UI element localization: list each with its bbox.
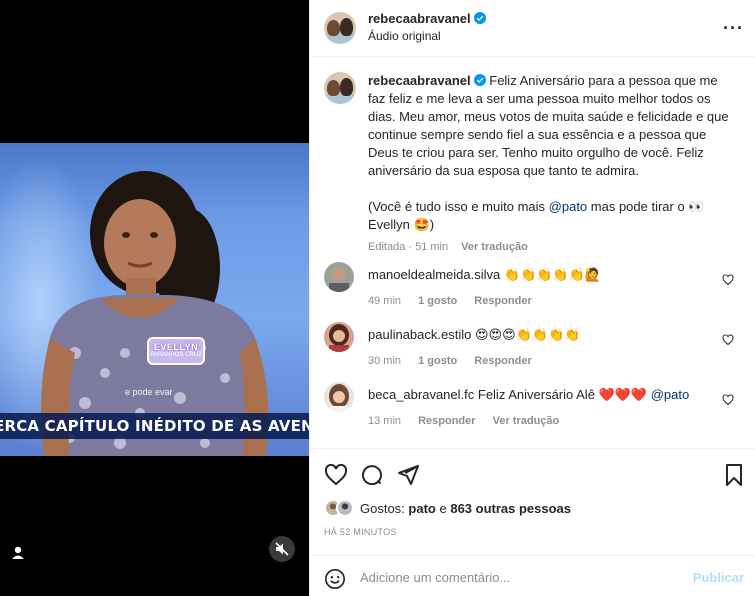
comment-username[interactable]: paulinaback.estilo (368, 327, 471, 342)
post-timestamp: HÁ 52 MINUTOS (324, 527, 397, 537)
comment-meta: 30 min 1 gosto Responder (368, 352, 708, 370)
caption-paragraph-2-pre: (Você é tudo isso e muito mais (368, 199, 549, 214)
commenter-avatar[interactable] (324, 262, 354, 292)
comment-time: 49 min (368, 295, 402, 307)
caption-translate-link[interactable]: Ver tradução (461, 241, 528, 253)
likes-others-link[interactable]: 863 outras pessoas (450, 501, 571, 516)
comment-translate-link[interactable]: Ver tradução (493, 415, 560, 427)
verified-badge-icon (473, 12, 486, 24)
comment-input[interactable] (360, 564, 680, 590)
caption-username[interactable]: rebecaabravanel (368, 73, 471, 88)
audio-label[interactable]: Áudio original (368, 29, 441, 43)
tv-caption-bar: ERCA CAPÍTULO INÉDITO DE AS AVENTURAS (0, 413, 309, 439)
commenter-avatar[interactable] (324, 322, 354, 352)
comment-text: 👏👏👏👏👏🙋 (503, 267, 601, 282)
video-player[interactable]: EVELLYN PARANHOS CRUZ e pode evar ERCA C… (0, 0, 309, 596)
comment-mention[interactable]: @pato (651, 387, 690, 402)
likes-text: Gostos: pato e 863 outras pessoas (360, 500, 572, 516)
video-subtitle: e pode evar (125, 387, 173, 397)
comment-username[interactable]: manoeldealmeida.silva (368, 267, 500, 282)
comments-section[interactable]: rebecaabravanel Feliz Aniversário para a… (310, 58, 755, 448)
reply-button[interactable]: Responder (418, 415, 475, 427)
more-options-icon[interactable]: ··· (723, 18, 744, 39)
save-bookmark-icon[interactable] (722, 463, 746, 487)
post-comment-button[interactable]: Publicar (693, 570, 744, 585)
comment-like-heart-icon[interactable] (722, 274, 734, 286)
tagged-user-icon[interactable] (9, 544, 27, 562)
share-send-icon[interactable] (396, 463, 420, 487)
comment-text: 😍😍😍👏👏👏👏 (474, 327, 581, 342)
comment-username[interactable]: beca_abravanel.fc (368, 387, 474, 402)
commenter-avatar[interactable] (324, 382, 354, 412)
comment-likes[interactable]: 1 gosto (418, 355, 457, 367)
author-name-row: rebecaabravanel (368, 11, 486, 26)
comment-meta: 13 min Responder Ver tradução (368, 412, 708, 430)
liker-avatar (336, 499, 354, 517)
like-heart-icon[interactable] (324, 463, 348, 487)
comment-time: 13 min (368, 415, 402, 427)
speaker-muted-icon (275, 542, 289, 556)
caption-author-avatar[interactable] (324, 72, 356, 104)
comment-likes[interactable]: 1 gosto (418, 295, 457, 307)
comment-like-heart-icon[interactable] (722, 394, 734, 406)
tv-caption-text: ERCA CAPÍTULO INÉDITO DE AS AVENTURAS (0, 417, 309, 435)
name-tag: EVELLYN PARANHOS CRUZ (147, 337, 205, 365)
post-header: rebecaabravanel Áudio original ··· (310, 0, 755, 57)
verified-badge-icon (473, 74, 486, 86)
add-comment-bar: Publicar (310, 555, 755, 596)
reply-button[interactable]: Responder (474, 295, 531, 307)
caption-edited-time: Editada · 51 min (368, 241, 449, 253)
post-side-panel: rebecaabravanel Áudio original ··· rebec… (309, 0, 755, 596)
liker-username[interactable]: pato (408, 501, 435, 516)
post-actions (310, 448, 755, 496)
caption-paragraph-1: Feliz Aniversário para a pessoa que me f… (368, 73, 729, 178)
caption-mention[interactable]: @pato (549, 199, 588, 214)
caption-text: rebecaabravanel Feliz Aniversário para a… (368, 72, 738, 256)
caption-meta: Editada · 51 min Ver tradução (368, 238, 738, 256)
comment-meta: 49 min 1 gosto Responder (368, 292, 708, 310)
author-avatar[interactable] (324, 12, 356, 44)
emoji-icon[interactable] (324, 568, 346, 590)
likes-summary[interactable]: Gostos: pato e 863 outras pessoas (324, 499, 571, 517)
comment-text: Feliz Aniversário Alê ❤️❤️❤️ (477, 387, 651, 402)
comment-like-heart-icon[interactable] (722, 334, 734, 346)
comment-bubble-icon[interactable] (360, 463, 384, 487)
comment-time: 30 min (368, 355, 402, 367)
video-frame[interactable]: EVELLYN PARANHOS CRUZ e pode evar ERCA C… (0, 143, 309, 456)
reply-button[interactable]: Responder (474, 355, 531, 367)
mute-button[interactable] (269, 536, 295, 562)
author-username[interactable]: rebecaabravanel (368, 11, 471, 26)
